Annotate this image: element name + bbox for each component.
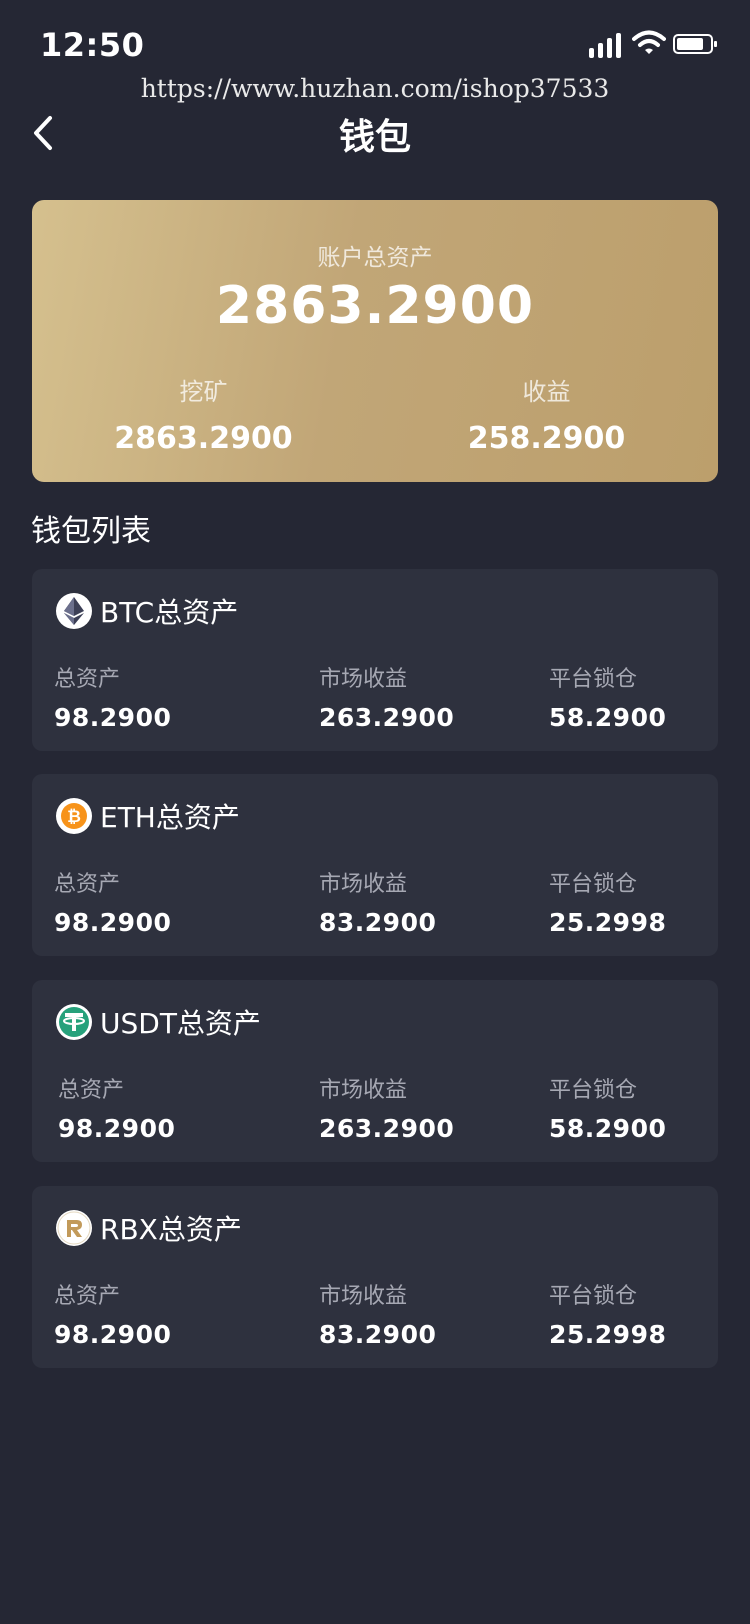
platform-locked-value: 25.2998 [549, 908, 667, 937]
platform-locked-label: 平台锁仓 [549, 1284, 638, 1309]
locked-col: 平台锁仓 25.2998 [549, 866, 666, 937]
total-assets-label: 账户总资产 [317, 245, 433, 271]
total-assets-value: 2863.2900 [215, 276, 535, 336]
total-value: 98.2900 [54, 908, 172, 937]
total-value: 98.2900 [54, 1320, 172, 1349]
mining-summary: 挖矿 2863.2900 [32, 372, 375, 456]
total-label: 总资产 [58, 1078, 125, 1103]
battery-icon [673, 34, 717, 54]
tether-icon [56, 1004, 92, 1040]
market-income-label: 市场收益 [319, 667, 408, 692]
market-col: 市场收益 83.2900 [319, 866, 436, 937]
watermark-url: https://www.huzhan.com/ishop37533 [140, 74, 610, 103]
market-col: 市场收益 263.2900 [319, 661, 454, 732]
wallet-card-rbx[interactable]: RBX总资产 总资产 98.2900 市场收益 83.2900 平台锁仓 25.… [32, 1186, 718, 1368]
locked-col: 平台锁仓 25.2998 [549, 1278, 666, 1349]
market-income-label: 市场收益 [319, 1078, 408, 1103]
svg-text:₿: ₿ [67, 807, 81, 827]
market-income-value: 263.2900 [319, 703, 455, 732]
total-label: 总资产 [54, 1284, 121, 1309]
wallet-title: USDT总资产 [100, 1007, 261, 1040]
wallet-title: BTC总资产 [100, 596, 239, 629]
account-asset-card: 账户总资产 2863.2900 挖矿 2863.2900 收益 258.2900 [32, 200, 718, 482]
total-col: 总资产 98.2900 [58, 1072, 175, 1143]
ethereum-icon [56, 593, 92, 629]
wallet-card-btc[interactable]: BTC总资产 总资产 98.2900 市场收益 263.2900 平台锁仓 58… [32, 569, 718, 751]
platform-locked-value: 58.2900 [549, 1114, 667, 1143]
nav-bar: 钱包 [0, 100, 750, 166]
market-col: 市场收益 263.2900 [319, 1072, 454, 1143]
page-title: 钱包 [338, 117, 411, 158]
mining-label: 挖矿 [179, 378, 228, 406]
bitcoin-icon: ₿ [56, 798, 92, 834]
market-income-value: 263.2900 [319, 1114, 455, 1143]
status-time: 12:50 [40, 26, 145, 64]
market-income-value: 83.2900 [319, 1320, 437, 1349]
signal-icon [589, 32, 621, 58]
locked-col: 平台锁仓 58.2900 [549, 661, 666, 732]
market-income-label: 市场收益 [319, 872, 408, 897]
locked-col: 平台锁仓 58.2900 [549, 1072, 666, 1143]
total-label: 总资产 [54, 667, 121, 692]
market-income-value: 83.2900 [319, 908, 437, 937]
market-col: 市场收益 83.2900 [319, 1278, 436, 1349]
rbx-icon [56, 1210, 92, 1246]
total-label: 总资产 [54, 872, 121, 897]
wifi-icon [632, 30, 666, 54]
wallet-card-usdt[interactable]: USDT总资产 总资产 98.2900 市场收益 263.2900 平台锁仓 5… [32, 980, 718, 1162]
wallet-card-eth[interactable]: ₿ ETH总资产 总资产 98.2900 市场收益 83.2900 平台锁仓 2… [32, 774, 718, 956]
income-value: 258.2900 [467, 421, 626, 456]
income-label: 收益 [522, 378, 571, 406]
platform-locked-value: 25.2998 [549, 1320, 667, 1349]
platform-locked-label: 平台锁仓 [549, 872, 638, 897]
market-income-label: 市场收益 [319, 1284, 408, 1309]
total-value: 98.2900 [58, 1114, 176, 1143]
total-col: 总资产 98.2900 [54, 1278, 171, 1349]
wallet-title: RBX总资产 [100, 1213, 242, 1246]
total-value: 98.2900 [54, 703, 172, 732]
total-col: 总资产 98.2900 [54, 661, 171, 732]
total-col: 总资产 98.2900 [54, 866, 171, 937]
platform-locked-label: 平台锁仓 [549, 667, 638, 692]
wallet-title: ETH总资产 [100, 801, 240, 834]
income-summary: 收益 258.2900 [375, 372, 718, 456]
platform-locked-label: 平台锁仓 [549, 1078, 638, 1103]
wallet-list-title: 钱包列表 [31, 514, 151, 549]
platform-locked-value: 58.2900 [549, 703, 667, 732]
mining-value: 2863.2900 [114, 421, 293, 456]
